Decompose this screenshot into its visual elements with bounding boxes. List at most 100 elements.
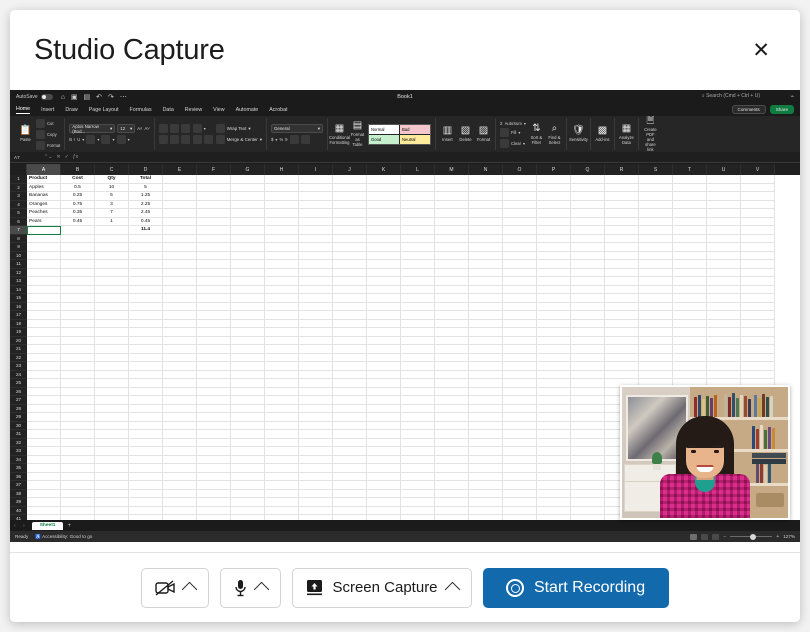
cell-B29[interactable]	[61, 413, 95, 422]
cell-A37[interactable]	[27, 481, 61, 490]
cell-J35[interactable]	[333, 464, 367, 473]
column-header-k[interactable]: K	[367, 164, 401, 175]
cell-M34[interactable]	[435, 455, 469, 464]
cell-D38[interactable]	[129, 489, 163, 498]
cell-J31[interactable]	[333, 430, 367, 439]
cell-D9[interactable]	[129, 243, 163, 252]
cell-D37[interactable]	[129, 481, 163, 490]
add-sheet-icon[interactable]: +	[67, 523, 71, 529]
cell-L6[interactable]	[401, 217, 435, 226]
cell-H27[interactable]	[265, 396, 299, 405]
cell-C37[interactable]	[95, 481, 129, 490]
cell-N8[interactable]	[469, 234, 503, 243]
cell-J2[interactable]	[333, 183, 367, 192]
cell-Q29[interactable]	[571, 413, 605, 422]
cell-P26[interactable]	[537, 387, 571, 396]
cell-P23[interactable]	[537, 362, 571, 371]
cell-C21[interactable]	[95, 345, 129, 354]
cell-M10[interactable]	[435, 251, 469, 260]
orientation-icon[interactable]	[192, 124, 202, 133]
cell-S8[interactable]	[639, 234, 673, 243]
cell-A20[interactable]	[27, 336, 61, 345]
cell-F6[interactable]	[197, 217, 231, 226]
cell-G12[interactable]	[231, 268, 265, 277]
cell-H37[interactable]	[265, 481, 299, 490]
cell-R3[interactable]	[605, 192, 639, 201]
cell-E16[interactable]	[163, 302, 197, 311]
cell-O27[interactable]	[503, 396, 537, 405]
cell-H33[interactable]	[265, 447, 299, 456]
cell-R13[interactable]	[605, 277, 639, 286]
chevron-down-icon[interactable]: ▾	[112, 137, 114, 142]
cell-H25[interactable]	[265, 379, 299, 388]
cell-S18[interactable]	[639, 319, 673, 328]
cell-P17[interactable]	[537, 311, 571, 320]
insert-function-icon[interactable]: ƒx	[73, 154, 78, 160]
cell-I22[interactable]	[299, 353, 333, 362]
cell-L21[interactable]	[401, 345, 435, 354]
cell-G5[interactable]	[231, 209, 265, 218]
cell-C39[interactable]	[95, 498, 129, 507]
cell-S19[interactable]	[639, 328, 673, 337]
cell-L23[interactable]	[401, 362, 435, 371]
cell-Q12[interactable]	[571, 268, 605, 277]
cell-I26[interactable]	[299, 387, 333, 396]
cell-G6[interactable]	[231, 217, 265, 226]
cell-O11[interactable]	[503, 260, 537, 269]
cell-U14[interactable]	[707, 285, 741, 294]
cell-E8[interactable]	[163, 234, 197, 243]
cell-I38[interactable]	[299, 489, 333, 498]
cell-H30[interactable]	[265, 421, 299, 430]
cell-N6[interactable]	[469, 217, 503, 226]
cell-Q21[interactable]	[571, 345, 605, 354]
cell-K32[interactable]	[367, 438, 401, 447]
cell-L8[interactable]	[401, 234, 435, 243]
row-header-9[interactable]: 9	[10, 243, 27, 252]
cell-C33[interactable]	[95, 447, 129, 456]
cell-B11[interactable]	[61, 260, 95, 269]
cell-Q15[interactable]	[571, 294, 605, 303]
cell-I32[interactable]	[299, 438, 333, 447]
cell-Q33[interactable]	[571, 447, 605, 456]
cell-A34[interactable]	[27, 455, 61, 464]
cell-O4[interactable]	[503, 200, 537, 209]
cell-I1[interactable]	[299, 175, 333, 184]
cell-P19[interactable]	[537, 328, 571, 337]
cell-J40[interactable]	[333, 506, 367, 515]
cell-B35[interactable]	[61, 464, 95, 473]
cell-G20[interactable]	[231, 336, 265, 345]
cell-L31[interactable]	[401, 430, 435, 439]
cell-H20[interactable]	[265, 336, 299, 345]
tab-data[interactable]: Data	[163, 107, 174, 113]
cell-A4[interactable]: Oranges	[27, 200, 61, 209]
row-header-24[interactable]: 24	[10, 370, 27, 379]
cell-U22[interactable]	[707, 353, 741, 362]
cell-B38[interactable]	[61, 489, 95, 498]
cell-P16[interactable]	[537, 302, 571, 311]
cell-G28[interactable]	[231, 404, 265, 413]
align-left-icon[interactable]	[158, 135, 168, 144]
row-header-1[interactable]: 1	[10, 175, 27, 184]
cell-C2[interactable]: 10	[95, 183, 129, 192]
cell-E12[interactable]	[163, 268, 197, 277]
cell-M4[interactable]	[435, 200, 469, 209]
cell-M19[interactable]	[435, 328, 469, 337]
cell-J13[interactable]	[333, 277, 367, 286]
row-header-16[interactable]: 16	[10, 302, 27, 311]
cell-P24[interactable]	[537, 370, 571, 379]
cell-I18[interactable]	[299, 319, 333, 328]
row-header-31[interactable]: 31	[10, 430, 27, 439]
cell-K7[interactable]	[367, 226, 401, 235]
cell-I23[interactable]	[299, 362, 333, 371]
cell-F31[interactable]	[197, 430, 231, 439]
cell-M17[interactable]	[435, 311, 469, 320]
tab-home[interactable]: Home	[16, 106, 31, 114]
cell-D23[interactable]	[129, 362, 163, 371]
cell-F5[interactable]	[197, 209, 231, 218]
cell-G1[interactable]	[231, 175, 265, 184]
cell-E37[interactable]	[163, 481, 197, 490]
cell-P27[interactable]	[537, 396, 571, 405]
cell-S5[interactable]	[639, 209, 673, 218]
cell-M1[interactable]	[435, 175, 469, 184]
cell-D18[interactable]	[129, 319, 163, 328]
